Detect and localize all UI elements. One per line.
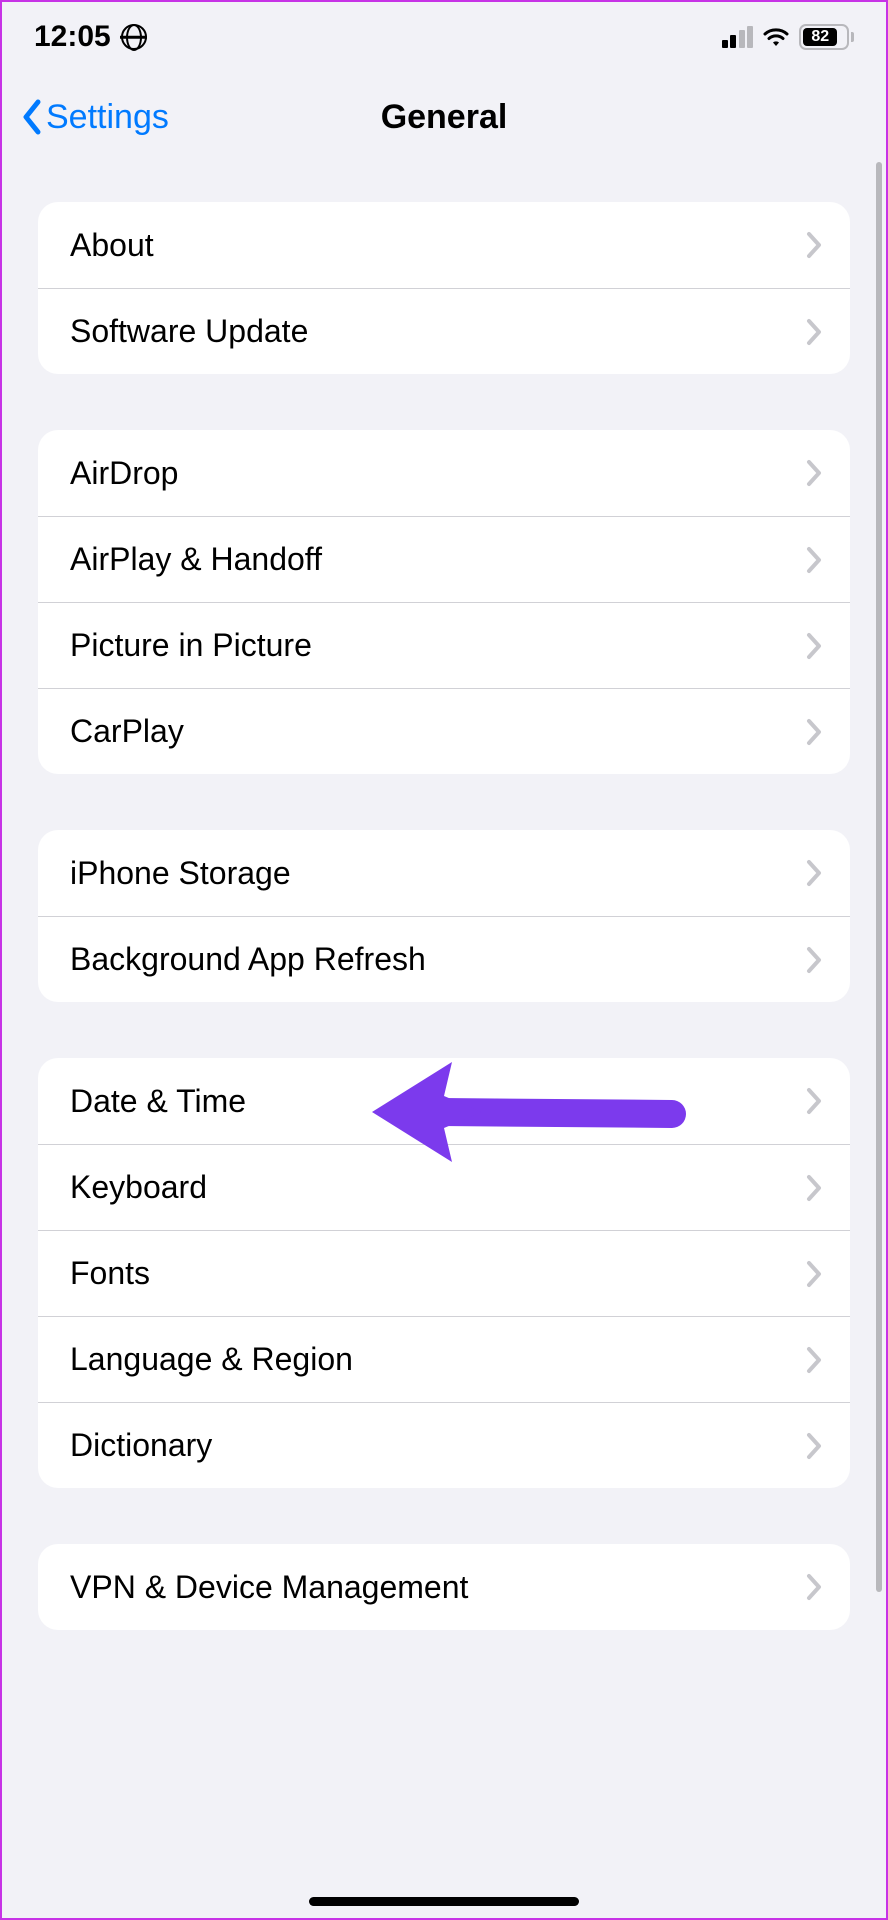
row-background-app-refresh[interactable]: Background App Refresh: [38, 916, 850, 1002]
row-carplay[interactable]: CarPlay: [38, 688, 850, 774]
row-fonts[interactable]: Fonts: [38, 1230, 850, 1316]
settings-group: Date & Time Keyboard Fonts Language & Re…: [38, 1058, 850, 1488]
row-label: Background App Refresh: [70, 941, 426, 978]
row-picture-in-picture[interactable]: Picture in Picture: [38, 602, 850, 688]
chevron-right-icon: [806, 1346, 822, 1374]
row-label: CarPlay: [70, 713, 184, 750]
back-label: Settings: [46, 98, 169, 137]
settings-group: AirDrop AirPlay & Handoff Picture in Pic…: [38, 430, 850, 774]
row-label: VPN & Device Management: [70, 1569, 468, 1606]
row-iphone-storage[interactable]: iPhone Storage: [38, 830, 850, 916]
battery-icon: 82: [799, 24, 854, 50]
status-time: 12:05: [34, 20, 111, 54]
row-label: AirPlay & Handoff: [70, 541, 322, 578]
scroll-indicator[interactable]: [876, 162, 882, 1592]
chevron-right-icon: [806, 1174, 822, 1202]
settings-group: About Software Update: [38, 202, 850, 374]
back-button[interactable]: Settings: [20, 98, 169, 137]
row-label: About: [70, 227, 154, 264]
row-label: AirDrop: [70, 455, 178, 492]
row-label: Language & Region: [70, 1341, 353, 1378]
wifi-icon: [761, 26, 791, 48]
row-label: Fonts: [70, 1255, 150, 1292]
chevron-right-icon: [806, 859, 822, 887]
chevron-right-icon: [806, 318, 822, 346]
row-software-update[interactable]: Software Update: [38, 288, 850, 374]
chevron-right-icon: [806, 632, 822, 660]
globe-icon: [121, 24, 147, 50]
row-label: Date & Time: [70, 1083, 246, 1120]
settings-group: VPN & Device Management: [38, 1544, 850, 1630]
battery-percent: 82: [811, 28, 829, 46]
chevron-right-icon: [806, 1432, 822, 1460]
row-language-region[interactable]: Language & Region: [38, 1316, 850, 1402]
row-airplay-handoff[interactable]: AirPlay & Handoff: [38, 516, 850, 602]
cellular-signal-icon: [722, 26, 754, 48]
row-label: Dictionary: [70, 1427, 212, 1464]
chevron-right-icon: [806, 231, 822, 259]
row-label: iPhone Storage: [70, 855, 291, 892]
chevron-right-icon: [806, 718, 822, 746]
settings-group: iPhone Storage Background App Refresh: [38, 830, 850, 1002]
chevron-right-icon: [806, 1260, 822, 1288]
chevron-right-icon: [806, 1087, 822, 1115]
row-keyboard[interactable]: Keyboard: [38, 1144, 850, 1230]
settings-content: About Software Update AirDrop AirPlay & …: [2, 162, 886, 1630]
home-indicator[interactable]: [309, 1897, 579, 1906]
row-vpn-device-management[interactable]: VPN & Device Management: [38, 1544, 850, 1630]
row-date-time[interactable]: Date & Time: [38, 1058, 850, 1144]
row-label: Keyboard: [70, 1169, 207, 1206]
chevron-left-icon: [20, 98, 44, 136]
status-bar: 12:05 82: [2, 2, 886, 72]
row-dictionary[interactable]: Dictionary: [38, 1402, 850, 1488]
chevron-right-icon: [806, 946, 822, 974]
status-right: 82: [722, 24, 855, 50]
chevron-right-icon: [806, 546, 822, 574]
row-airdrop[interactable]: AirDrop: [38, 430, 850, 516]
nav-header: Settings General: [2, 72, 886, 162]
row-label: Picture in Picture: [70, 627, 312, 664]
row-about[interactable]: About: [38, 202, 850, 288]
chevron-right-icon: [806, 459, 822, 487]
status-left: 12:05: [34, 20, 147, 54]
chevron-right-icon: [806, 1573, 822, 1601]
row-label: Software Update: [70, 313, 308, 350]
